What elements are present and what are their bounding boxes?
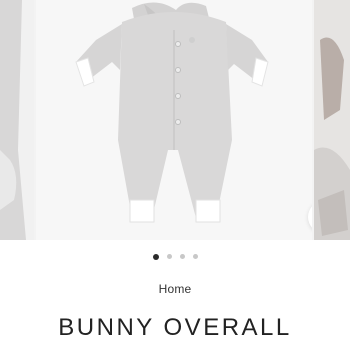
gallery-image-next[interactable] (314, 0, 350, 240)
overall-closeup-image (0, 0, 34, 240)
product-image-gallery[interactable] (0, 0, 350, 240)
product-title: BUNNY OVERALL (58, 314, 292, 341)
breadcrumb: Home (0, 282, 350, 296)
lifestyle-photo-image (314, 0, 350, 240)
pagination-dot-4[interactable] (192, 254, 198, 259)
pagination-dot-3[interactable] (179, 254, 185, 259)
pagination-dot-1[interactable] (152, 253, 159, 260)
gallery-image-previous[interactable] (0, 0, 34, 240)
pagination-dot-2[interactable] (166, 254, 172, 259)
breadcrumb-home-link[interactable]: Home (159, 282, 192, 296)
gallery-image-current[interactable] (36, 0, 312, 240)
bunny-overall-image (36, 0, 312, 240)
gallery-pagination[interactable] (0, 253, 350, 260)
